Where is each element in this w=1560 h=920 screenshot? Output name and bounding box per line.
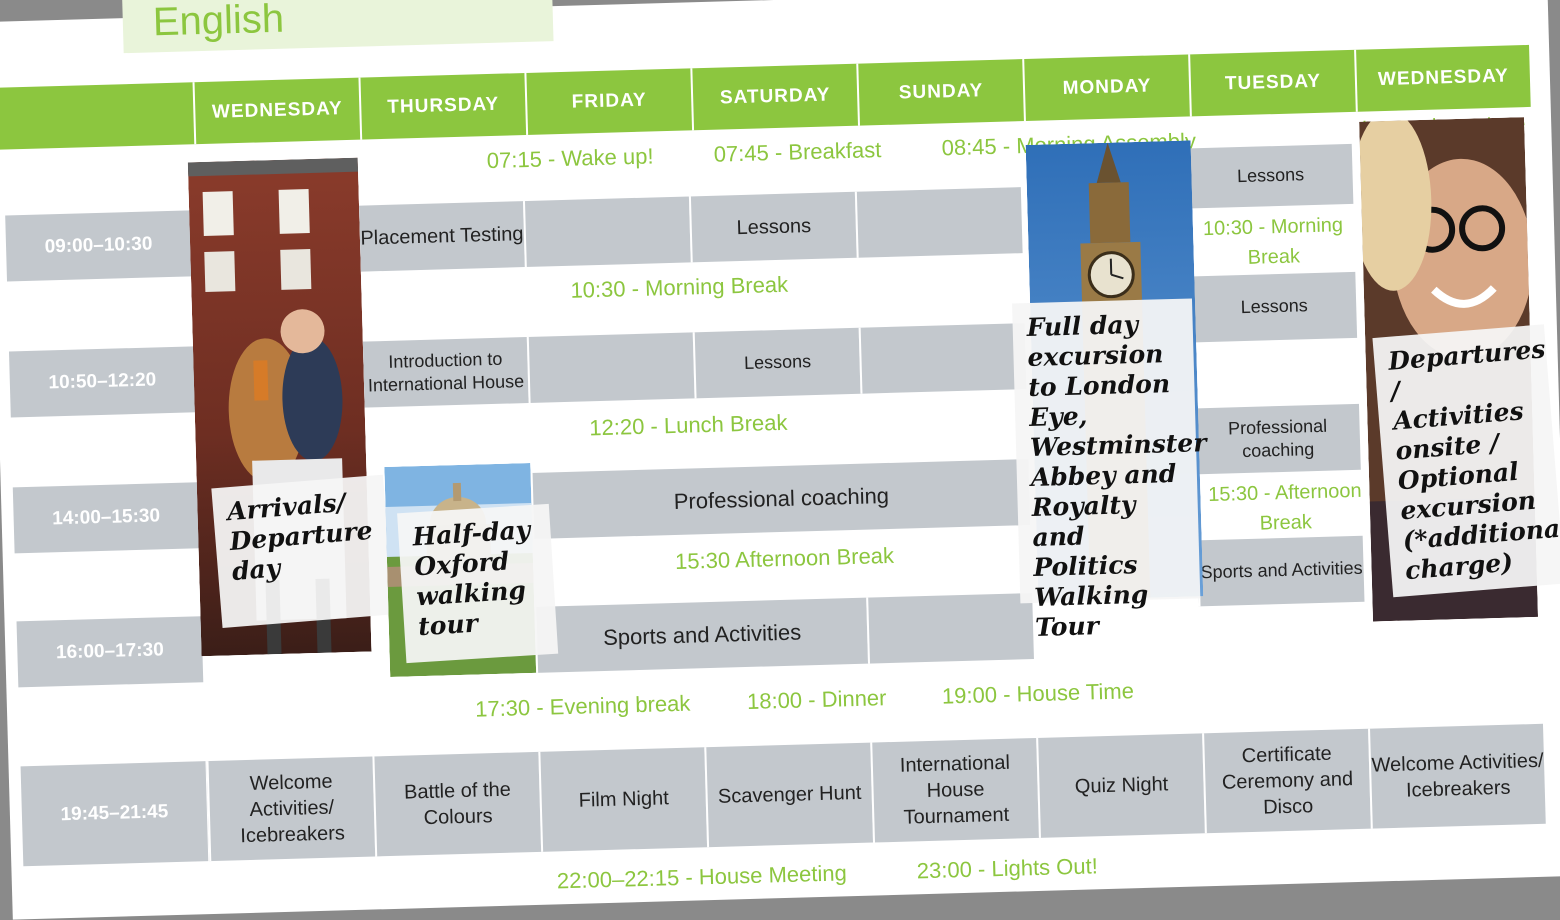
tuesday-sports-cell: Sports and Activities: [1197, 536, 1365, 607]
day-header-tuesday: TUESDAY: [1188, 50, 1356, 117]
departures-note: Departures / Activities onsite / Optiona…: [1372, 324, 1560, 597]
evening-cell-friday: Film Night: [538, 747, 707, 852]
day-header-wednesday-2: WEDNESDAY: [1354, 45, 1531, 112]
tuesday-lessons-cell-2: Lessons: [1189, 272, 1357, 343]
day-header-saturday: SATURDAY: [690, 64, 858, 131]
evening-cell-thursday: Battle of the Colours: [372, 752, 541, 857]
slot-1600: 16:00–17:30: [17, 616, 204, 687]
slot-1050: 10:50–12:20: [9, 346, 196, 417]
empty-cell-friday-1: [523, 196, 691, 267]
house-time: 19:00 - House Time: [942, 678, 1135, 709]
timetable-sheet: English WEDNESDAY THURSDAY FRIDAY SATURD…: [0, 0, 1560, 920]
house-meeting-time: 22:00–22:15 - House Meeting: [557, 860, 847, 894]
slot-0900: 09:00–10:30: [5, 210, 192, 281]
intro-cell: Introduction to International House: [361, 337, 529, 408]
empty-cell-sunday-2: [859, 323, 1027, 394]
tuesday-coaching-cell: Professional coaching: [1193, 404, 1361, 475]
lessons-cell-1: Lessons: [689, 192, 857, 263]
day-header-thursday: THURSDAY: [358, 73, 526, 140]
evening-cell-saturday: Scavenger Hunt: [704, 743, 873, 848]
evening-break-time: 17:30 - Evening break: [475, 691, 691, 723]
placement-testing-cell: Placement Testing: [357, 201, 525, 272]
evening-cell-wednesday-2: Welcome Activities/ Icebreakers: [1368, 724, 1546, 829]
day-header-sunday: SUNDAY: [856, 59, 1024, 126]
title-tab: English: [122, 0, 554, 53]
day-header-wednesday-1: WEDNESDAY: [193, 78, 361, 145]
evening-cell-monday: Quiz Night: [1036, 733, 1205, 838]
oxford-note: Half-day Oxford walking tour: [397, 504, 558, 663]
evening-cell-sunday: International House Tournament: [870, 738, 1039, 843]
morning-break-time: 10:30 - Morning Break: [570, 272, 788, 304]
tuesday-afternoon-break: 15:30 - Afternoon Break: [1197, 475, 1374, 540]
empty-cell-sunday-4: [866, 593, 1034, 664]
day-header-monday: MONDAY: [1022, 54, 1190, 121]
wake-up-time: 07:15 - Wake up!: [486, 143, 653, 174]
evening-cell-tuesday: Certificate Ceremony and Disco: [1202, 729, 1371, 834]
lessons-cell-2: Lessons: [693, 328, 861, 399]
title-tab-label: English: [152, 0, 284, 44]
tuesday-morning-break: 10:30 - Morning Break: [1190, 210, 1358, 275]
london-note: Full day excursion to London Eye, Westmi…: [1012, 298, 1200, 603]
sports-activities-cell: Sports and Activities: [534, 598, 868, 673]
professional-coaching-cell: Professional coaching: [531, 459, 1031, 539]
afternoon-break-time: 15:30 Afternoon Break: [675, 543, 895, 575]
slot-1945: 19:45–21:45: [21, 761, 209, 866]
breakfast-time: 07:45 - Breakfast: [713, 137, 881, 168]
evening-cell-wednesday-1: Welcome Activities/ Icebreakers: [206, 757, 375, 862]
arrivals-note: Arrivals/ Departure day: [211, 475, 394, 628]
tuesday-lessons-cell-1: Lessons: [1186, 144, 1354, 209]
empty-cell-friday-2: [527, 332, 695, 403]
lunch-break-time: 12:20 - Lunch Break: [589, 410, 788, 442]
lights-out-time: 23:00 - Lights Out!: [916, 853, 1098, 884]
dinner-time: 18:00 - Dinner: [747, 685, 887, 715]
empty-cell-sunday-1: [855, 187, 1023, 258]
day-header: WEDNESDAY THURSDAY FRIDAY SATURDAY SUNDA…: [0, 45, 1531, 150]
slot-1400: 14:00–15:30: [13, 482, 200, 553]
day-header-friday: FRIDAY: [524, 68, 692, 135]
